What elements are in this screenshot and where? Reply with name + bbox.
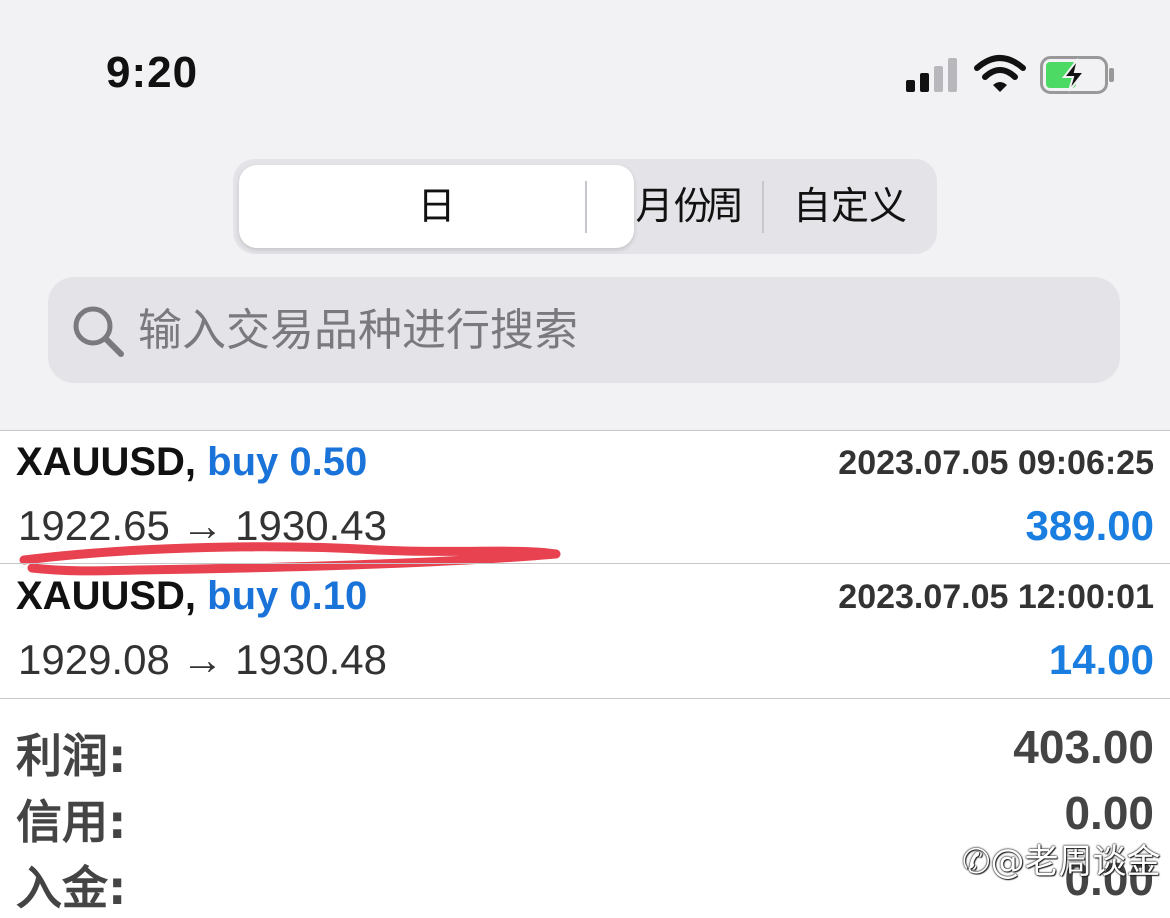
cellular-signal-icon (906, 58, 957, 92)
summary-credit-value: 0.00 (1064, 787, 1154, 839)
summary-profit-label: 利润: (16, 729, 127, 783)
trade-time: 2023.07.05 09:06:25 (838, 444, 1154, 482)
trade-profit: 389.00 (1025, 502, 1154, 549)
search-bar[interactable] (48, 277, 1120, 383)
summary-deposit-label: 入金: (16, 861, 127, 915)
watermark: ✆@老周谈金 (962, 842, 1161, 882)
trade-profit: 14.00 (1048, 636, 1154, 683)
trade-row[interactable]: XAUUSD, buy 0.10 2023.07.05 12:00:01 192… (0, 564, 1170, 697)
wifi-icon (974, 55, 1026, 92)
search-icon (73, 306, 124, 357)
battery-charging-icon (1040, 56, 1114, 94)
tab-custom[interactable]: 自定义 (763, 159, 937, 254)
trade-side: buy 0.10 (207, 574, 368, 618)
trade-time: 2023.07.05 12:00:01 (838, 578, 1154, 616)
divider (0, 698, 1170, 699)
summary-credit-label: 信用: (16, 795, 127, 849)
tab-month[interactable]: 月份 (585, 159, 762, 254)
trade-side: buy 0.50 (207, 440, 368, 484)
tab-day[interactable]: 日 (239, 159, 634, 254)
trade-symbol: XAUUSD, buy 0.50 (16, 440, 368, 484)
summary-profit-value: 403.00 (1013, 721, 1154, 773)
trade-prices: 1929.08 → 1930.48 (18, 636, 387, 683)
status-time: 9:20 (106, 48, 199, 97)
trade-symbol: XAUUSD, buy 0.10 (16, 574, 368, 618)
weibo-icon: ✆ (962, 842, 991, 882)
period-segmented-control: 日 周 月份 自定义 (233, 159, 937, 254)
search-input[interactable] (138, 295, 1098, 365)
